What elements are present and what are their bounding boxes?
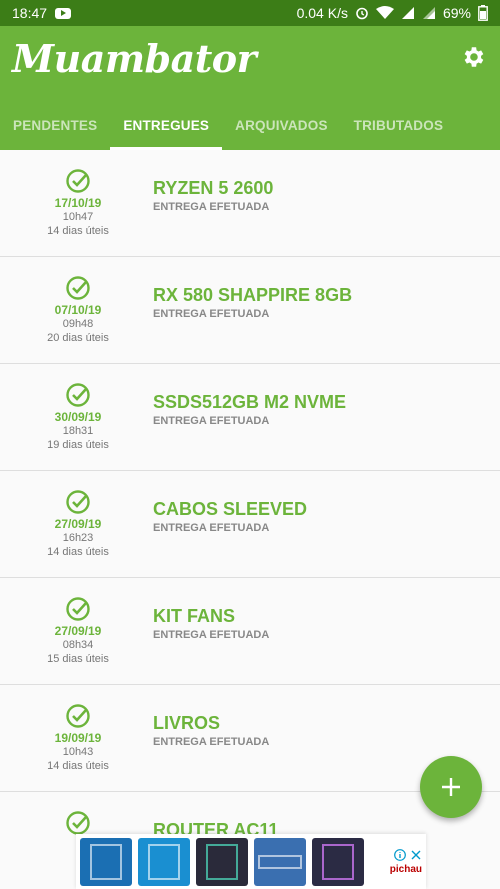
package-time: 10h47 — [62, 211, 94, 223]
package-time: 18h31 — [62, 425, 94, 437]
signal-icon-2 — [422, 7, 435, 19]
close-icon[interactable] — [410, 849, 422, 861]
package-date: 19/09/19 — [54, 731, 102, 745]
tab-pendentes[interactable]: PENDENTES — [0, 100, 110, 150]
status-bar: 18:47 0.04 K/s 69% — [0, 0, 500, 26]
youtube-icon — [55, 7, 72, 19]
add-package-button[interactable] — [420, 756, 482, 818]
package-date: 30/09/19 — [54, 410, 102, 424]
package-status: ENTREGA EFETUADA — [153, 629, 270, 641]
ad-product[interactable] — [312, 837, 364, 886]
tab-arquivados[interactable]: ARQUIVADOS — [222, 100, 341, 150]
list-item[interactable]: 07/10/19 09h48 20 dias úteis RX 580 SHAP… — [0, 257, 500, 364]
package-time: 08h34 — [62, 639, 94, 651]
ad-product[interactable] — [196, 837, 248, 886]
tab-bar: PENDENTES ENTREGUES ARQUIVADOS TRIBUTADO… — [0, 100, 500, 150]
package-title: CABOS SLEEVED — [153, 499, 308, 519]
ad-product[interactable] — [138, 837, 190, 886]
package-time: 10h43 — [62, 746, 94, 758]
check-circle-icon — [66, 704, 90, 728]
check-circle-icon — [66, 811, 90, 835]
package-days: 20 dias úteis — [47, 332, 109, 344]
package-status: ENTREGA EFETUADA — [153, 308, 270, 320]
signal-icon — [401, 7, 414, 19]
package-date: 27/09/19 — [54, 624, 102, 638]
info-icon[interactable] — [394, 848, 406, 861]
package-title: SSDS512GB M2 NVME — [153, 392, 347, 412]
package-days: 14 dias úteis — [47, 225, 109, 237]
ad-product[interactable] — [80, 837, 132, 886]
ad-banner[interactable]: pichau — [76, 834, 426, 889]
battery-icon — [478, 5, 488, 21]
package-title: KIT FANS — [153, 606, 236, 626]
check-circle-icon — [66, 597, 90, 621]
check-circle-icon — [66, 490, 90, 514]
check-circle-icon — [66, 383, 90, 407]
package-status: ENTREGA EFETUADA — [153, 201, 270, 213]
list-item[interactable]: 27/09/19 08h34 15 dias úteis KIT FANS EN… — [0, 578, 500, 685]
check-circle-icon — [66, 276, 90, 300]
package-date: 07/10/19 — [54, 303, 102, 317]
check-circle-icon — [66, 169, 90, 193]
status-time: 18:47 — [12, 5, 48, 21]
package-status: ENTREGA EFETUADA — [153, 522, 270, 534]
package-days: 14 dias úteis — [47, 546, 109, 558]
network-speed: 0.04 K/s — [296, 5, 348, 21]
list-item[interactable]: 27/09/19 16h23 14 dias úteis CABOS SLEEV… — [0, 471, 500, 578]
plus-icon — [442, 778, 460, 796]
package-days: 15 dias úteis — [47, 653, 109, 665]
package-time: 09h48 — [62, 318, 94, 330]
package-title: RX 580 SHAPPIRE 8GB — [153, 285, 353, 305]
ad-logo: pichau — [389, 863, 422, 875]
package-title: RYZEN 5 2600 — [153, 178, 274, 198]
app-logo: Muambator — [12, 36, 257, 81]
tab-entregues[interactable]: ENTREGUES — [110, 100, 222, 150]
package-days: 19 dias úteis — [47, 439, 109, 451]
alarm-icon — [356, 7, 368, 20]
gear-icon[interactable] — [460, 44, 486, 70]
package-title: LIVROS — [153, 713, 221, 733]
package-time: 16h23 — [62, 532, 94, 544]
package-status: ENTREGA EFETUADA — [153, 736, 270, 748]
ad-product[interactable] — [254, 837, 306, 886]
package-date: 17/10/19 — [54, 196, 102, 210]
list-item[interactable]: 30/09/19 18h31 19 dias úteis SSDS512GB M… — [0, 364, 500, 471]
wifi-icon — [375, 6, 394, 19]
battery-percent: 69% — [442, 5, 471, 21]
package-date: 27/09/19 — [54, 517, 102, 531]
app-bar: Muambator PENDENTES ENTREGUES ARQUIVADOS… — [0, 26, 500, 150]
list-item[interactable]: 17/10/19 10h47 14 dias úteis RYZEN 5 260… — [0, 150, 500, 257]
package-days: 14 dias úteis — [47, 760, 109, 772]
package-status: ENTREGA EFETUADA — [153, 415, 270, 427]
tab-tributados[interactable]: TRIBUTADOS — [341, 100, 457, 150]
